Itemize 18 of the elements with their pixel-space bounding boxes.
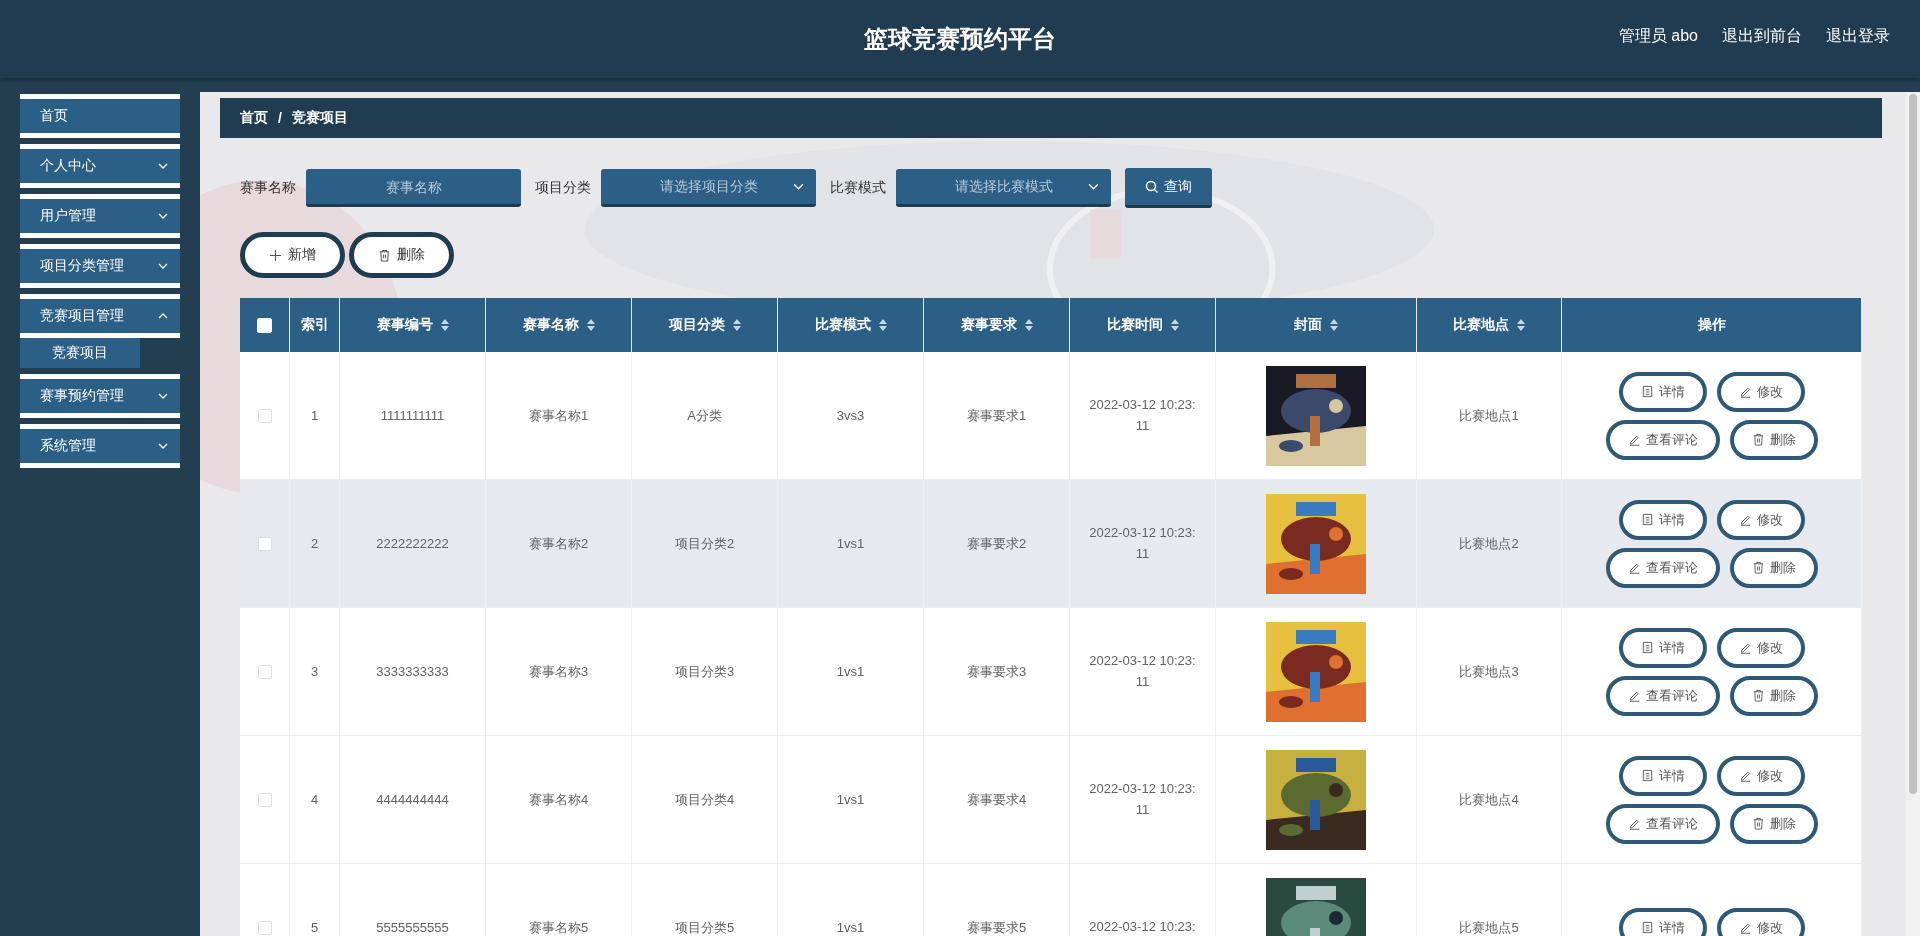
sidebar-item[interactable]: 个人中心 <box>20 144 180 188</box>
sidebar-subitem[interactable]: 竞赛项目 <box>20 338 140 368</box>
chevron-icon <box>158 163 168 169</box>
chevron-icon <box>158 263 168 269</box>
site-title: 篮球竞赛预约平台 <box>864 24 1056 54</box>
chevron-icon <box>158 213 168 219</box>
sidebar-item[interactable]: 用户管理 <box>20 194 180 238</box>
chevron-icon <box>158 443 168 449</box>
sidebar-item[interactable]: 赛事预约管理 <box>20 374 180 418</box>
header-link[interactable]: 管理员 abo <box>1618 26 1698 47</box>
sidebar-item[interactable]: 首页 <box>20 94 180 138</box>
chevron-icon <box>158 393 168 399</box>
sidebar-item[interactable]: 系统管理 <box>20 424 180 468</box>
header-link[interactable]: 退出到前台 <box>1722 26 1802 47</box>
chevron-icon <box>158 313 168 319</box>
sidebar-item[interactable]: 项目分类管理 <box>20 244 180 288</box>
sidebar-item[interactable]: 竞赛项目管理 <box>20 294 180 338</box>
header-link[interactable]: 退出登录 <box>1826 26 1890 47</box>
